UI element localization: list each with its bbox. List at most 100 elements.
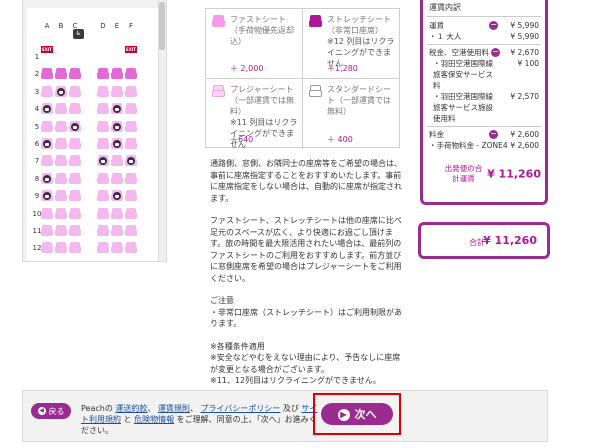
seat-12a[interactable] — [41, 242, 53, 254]
seat-2f[interactable] — [125, 68, 137, 80]
fare-item-amount: ¥ 5,990 — [510, 32, 539, 41]
note-paragraph: ご注意 ・非常口座席（ストレッチシート）はご利用制限があります。 — [210, 296, 402, 328]
seat-4e — [111, 103, 123, 115]
seat-5b[interactable] — [55, 120, 67, 132]
seat-6a — [41, 138, 53, 149]
lavatory-icon: ♿ — [73, 29, 84, 39]
collapse-fare-icon[interactable]: − — [489, 21, 498, 30]
seat-7e[interactable] — [111, 155, 123, 167]
seat-6c[interactable] — [69, 138, 81, 149]
seat-4c[interactable] — [69, 103, 81, 115]
seat-5a[interactable] — [41, 120, 53, 132]
seat-7d — [97, 155, 109, 167]
seat-notes: 通路側、窓側、お隣同士の座席等をご希望の場合は、事前に座席指定することをおすすめ… — [210, 158, 406, 398]
seat-12d[interactable] — [97, 242, 109, 254]
seat-3e[interactable] — [111, 85, 123, 97]
seat-8e[interactable] — [111, 172, 123, 184]
fare-item-row: ・１ 大人 ¥ 5,990 — [427, 31, 541, 42]
seat-11b[interactable] — [55, 225, 67, 236]
seat-3b — [55, 85, 67, 97]
seat-3f[interactable] — [125, 85, 137, 97]
fare-item-label: ・１ 大人 — [429, 32, 462, 41]
seat-7b[interactable] — [55, 155, 67, 167]
seat-2e[interactable] — [111, 68, 123, 80]
seat-5e — [111, 120, 123, 132]
seat-11e[interactable] — [111, 225, 123, 236]
seat-9b[interactable] — [55, 190, 67, 202]
seat-5c — [69, 120, 81, 132]
collapse-tax-icon[interactable]: − — [491, 48, 500, 57]
seat-11c[interactable] — [69, 225, 81, 236]
seat-map-scroll-thumb[interactable] — [159, 2, 165, 50]
seat-4f[interactable] — [125, 103, 137, 115]
seat-4d[interactable] — [97, 103, 109, 115]
fee-item-amount: ¥ 2,600 — [510, 141, 539, 150]
seat-column-d: D — [100, 22, 106, 30]
fee-row: 料金 − ¥ 2,600 — [427, 129, 541, 140]
legend-first-seat: ファストシート（手荷物優先返却 込） ＋ 2,000 — [206, 9, 303, 79]
seat-8c[interactable] — [69, 172, 81, 184]
seat-12f[interactable] — [125, 242, 137, 254]
seat-2d[interactable] — [97, 68, 109, 80]
tax-label: 税金、空港使用料 — [429, 48, 489, 57]
seat-11a[interactable] — [41, 225, 53, 236]
seat-10b[interactable] — [55, 207, 67, 219]
occupied-seat-icon — [113, 122, 121, 131]
agreement-text: Peachの 運送約款、 運賃規則、 プライバシーポリシー 及び サイト利用規約… — [81, 404, 318, 435]
seat-map-area: A B C D E F 1 EXIT EXIT ♿ 2 3 4 5 6 7 8 9 10 11 12 — [27, 8, 162, 261]
seat-8f[interactable] — [125, 172, 137, 184]
seat-2a[interactable] — [41, 68, 53, 80]
fee-item-row: ・手荷物料金 - ZONE4 ¥ 2,600 — [427, 140, 541, 151]
seat-column-a: A — [44, 22, 50, 30]
link-privacy-policy[interactable]: プライバシーポリシー — [200, 404, 280, 413]
seat-12b[interactable] — [55, 242, 67, 254]
seat-7a[interactable] — [41, 155, 53, 167]
seat-10c[interactable] — [69, 207, 81, 219]
seat-6f[interactable] — [125, 138, 137, 149]
seat-3a[interactable] — [41, 85, 53, 97]
fare-row: 運賃 − ¥ 5,990 — [427, 20, 541, 31]
seat-5d[interactable] — [97, 120, 109, 132]
collapse-fee-icon[interactable]: − — [489, 130, 498, 139]
seat-10a[interactable] — [41, 207, 53, 219]
note-paragraph: ファストシート、ストレッチシートは他の座席に比べ足元のスペースが広く、より快適に… — [210, 216, 402, 283]
pleasure-seat-icon — [212, 85, 225, 97]
legend-pleasure-label: プレジャーシート（一部運賃では無料） — [230, 85, 294, 116]
seat-4a — [41, 103, 53, 115]
fare-breakdown: 運賃内訳 運賃 − ¥ 5,990 ・１ 大人 ¥ 5,990 税金、空港使用料… — [420, 0, 548, 205]
link-conditions-of-carriage[interactable]: 運送約款 — [115, 404, 147, 413]
subtotal-value: ¥ 11,260 — [487, 167, 541, 181]
seat-9d[interactable] — [97, 190, 109, 202]
outbound-subtotal: 出発便の合計運賃 ¥ 11,260 — [443, 164, 541, 184]
seat-7c[interactable] — [69, 155, 81, 167]
seat-12c[interactable] — [69, 242, 81, 254]
fee-total: ¥ 2,600 — [510, 130, 539, 139]
seat-2c[interactable] — [69, 68, 81, 80]
seat-8d[interactable] — [97, 172, 109, 184]
seat-10e[interactable] — [111, 207, 123, 219]
seat-9c[interactable] — [69, 190, 81, 202]
seat-11f[interactable] — [125, 225, 137, 236]
seat-3c[interactable] — [69, 85, 81, 97]
back-button[interactable]: ◀ 戻る — [31, 403, 71, 419]
seat-6d[interactable] — [97, 138, 109, 149]
legend-first-price: ＋ 2,000 — [230, 64, 264, 73]
seat-6b[interactable] — [55, 138, 67, 149]
link-fare-rules[interactable]: 運賃規則 — [158, 404, 190, 413]
seat-5f[interactable] — [125, 120, 137, 132]
breakdown-header: 運賃内訳 — [427, 0, 541, 17]
seat-10f[interactable] — [125, 207, 137, 219]
occupied-seat-icon — [43, 174, 51, 183]
next-button[interactable]: ▶ 次へ — [321, 403, 393, 425]
seat-2b[interactable] — [55, 68, 67, 80]
seat-9f[interactable] — [125, 190, 137, 202]
seat-8b[interactable] — [55, 172, 67, 184]
seat-12e[interactable] — [111, 242, 123, 254]
legend-standard-label: スタンダードシート（一部運賃では無料） — [327, 85, 391, 116]
seat-10d[interactable] — [97, 207, 109, 219]
seat-11d[interactable] — [97, 225, 109, 236]
link-dangerous-goods[interactable]: 危険物情報 — [134, 415, 174, 424]
seat-map-scrollbar[interactable] — [158, 0, 166, 261]
seat-3d[interactable] — [97, 85, 109, 97]
seat-4b[interactable] — [55, 103, 67, 115]
